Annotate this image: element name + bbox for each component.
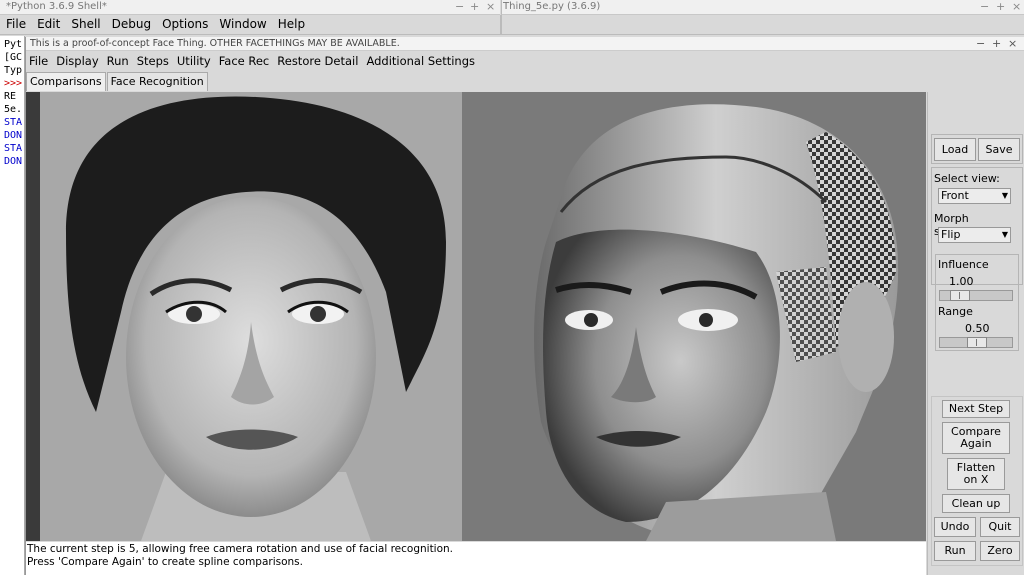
shell-line: STA	[4, 117, 23, 128]
app-menu-steps[interactable]: Steps	[137, 54, 169, 68]
shell-output: Pyt [GC Typ >>> RE 5e. STA DON STA DON	[0, 36, 25, 575]
minimize-icon[interactable]: −	[455, 0, 464, 14]
flatten-on-x-button[interactable]: Flatten on X	[947, 458, 1005, 490]
influence-slider[interactable]	[939, 290, 1013, 301]
control-panel: Load Save Select view: Front▼ Morph symm…	[927, 92, 1024, 575]
app-menu-utility[interactable]: Utility	[177, 54, 211, 68]
flatten-label: on X	[963, 473, 989, 486]
compare-again-label: Again	[960, 437, 992, 450]
next-step-button[interactable]: Next Step	[942, 400, 1010, 418]
range-label: Range	[938, 305, 973, 318]
undo-button[interactable]: Undo	[934, 517, 976, 537]
quit-button[interactable]: Quit	[980, 517, 1020, 537]
compare-again-button[interactable]: Compare Again	[942, 422, 1010, 454]
slider-thumb[interactable]	[967, 337, 987, 348]
menu-shell[interactable]: Shell	[71, 17, 100, 31]
range-slider[interactable]	[939, 337, 1013, 348]
maximize-icon[interactable]: +	[992, 37, 1001, 51]
menu-edit[interactable]: Edit	[37, 17, 60, 31]
shell-line: [GC	[4, 52, 23, 63]
minimize-icon[interactable]: −	[976, 37, 985, 51]
influence-label: Influence	[938, 258, 989, 271]
close-icon[interactable]: ×	[486, 0, 495, 14]
menu-file[interactable]: File	[6, 17, 26, 31]
shell-title-bar: *Python 3.6.9 Shell* − + ×	[0, 0, 500, 15]
comparison-viewport[interactable]	[26, 92, 926, 541]
select-view-dropdown[interactable]: Front ▼	[938, 188, 1011, 204]
window-divider	[500, 15, 502, 35]
shell-line: 5e.	[4, 104, 23, 115]
shell-menubar: File Edit Shell Debug Options Window Help	[0, 15, 1024, 35]
save-button[interactable]: Save	[978, 138, 1020, 161]
tab-face-recognition[interactable]: Face Recognition	[106, 72, 208, 91]
shell-line: RE	[4, 91, 17, 102]
minimize-icon[interactable]: −	[980, 0, 989, 14]
tab-comparisons[interactable]: Comparisons	[26, 72, 106, 91]
maximize-icon[interactable]: +	[470, 0, 479, 14]
chevron-down-icon: ▼	[1001, 230, 1008, 239]
app-menu-restore-detail[interactable]: Restore Detail	[277, 54, 358, 68]
reference-photo	[26, 92, 462, 541]
shell-line: Typ	[4, 65, 23, 76]
shell-line: DON	[4, 156, 23, 167]
status-area: The current step is 5, allowing free cam…	[26, 542, 926, 575]
load-button[interactable]: Load	[934, 138, 976, 161]
app-menubar: File Display Run Steps Utility Face Rec Restor…	[26, 52, 1024, 71]
shell-line: DON	[4, 130, 23, 141]
maximize-icon[interactable]: +	[996, 0, 1005, 14]
app-menu-additional-settings[interactable]: Additional Settings	[366, 54, 475, 68]
close-icon[interactable]: ×	[1012, 0, 1021, 14]
file-group: Load Save	[931, 134, 1023, 164]
app-menu-run[interactable]: Run	[107, 54, 129, 68]
face-thing-window: This is a proof-of-concept Face Thing. O…	[25, 37, 1024, 575]
comparison-canvas	[26, 92, 899, 541]
app-menu-file[interactable]: File	[29, 54, 48, 68]
range-value: 0.50	[965, 322, 990, 335]
shell-line: Pyt	[4, 39, 23, 50]
zero-button[interactable]: Zero	[980, 541, 1020, 561]
3d-head-model	[534, 104, 899, 541]
close-icon[interactable]: ×	[1008, 37, 1017, 51]
status-line: Press 'Compare Again' to create spline c…	[27, 556, 303, 568]
tab-bar: Comparisons Face Recognition	[26, 72, 209, 91]
chevron-down-icon: ▼	[1001, 191, 1008, 200]
select-view-value: Front	[941, 189, 969, 202]
slider-group: Influence 1.00 Range 0.50	[931, 254, 1023, 371]
select-view-label: Select view:	[934, 172, 1000, 185]
app-menu-display[interactable]: Display	[56, 54, 98, 68]
run-button[interactable]: Run	[934, 541, 976, 561]
morph-symmetry-value: Flip	[941, 228, 961, 241]
slider-thumb[interactable]	[950, 290, 970, 301]
app-menu-face-rec[interactable]: Face Rec	[219, 54, 270, 68]
app-title-bar: This is a proof-of-concept Face Thing. O…	[26, 37, 1024, 51]
menu-help[interactable]: Help	[278, 17, 305, 31]
shell-line: >>>	[4, 78, 23, 89]
menu-window[interactable]: Window	[219, 17, 266, 31]
influence-value: 1.00	[949, 275, 974, 288]
app-title: This is a proof-of-concept Face Thing. O…	[30, 38, 400, 49]
shell-title: *Python 3.6.9 Shell*	[6, 1, 107, 12]
editor-title-bar: Thing_5e.py (3.6.9) − + ×	[501, 0, 1024, 15]
action-group: Next Step Compare Again Flatten on X Cle…	[931, 396, 1023, 566]
editor-title: Thing_5e.py (3.6.9)	[503, 1, 601, 12]
shell-line: STA	[4, 143, 23, 154]
menu-options[interactable]: Options	[162, 17, 208, 31]
clean-up-button[interactable]: Clean up	[942, 494, 1010, 513]
menu-debug[interactable]: Debug	[112, 17, 151, 31]
status-line: The current step is 5, allowing free cam…	[27, 543, 454, 555]
morph-symmetry-dropdown[interactable]: Flip ▼	[938, 227, 1011, 243]
